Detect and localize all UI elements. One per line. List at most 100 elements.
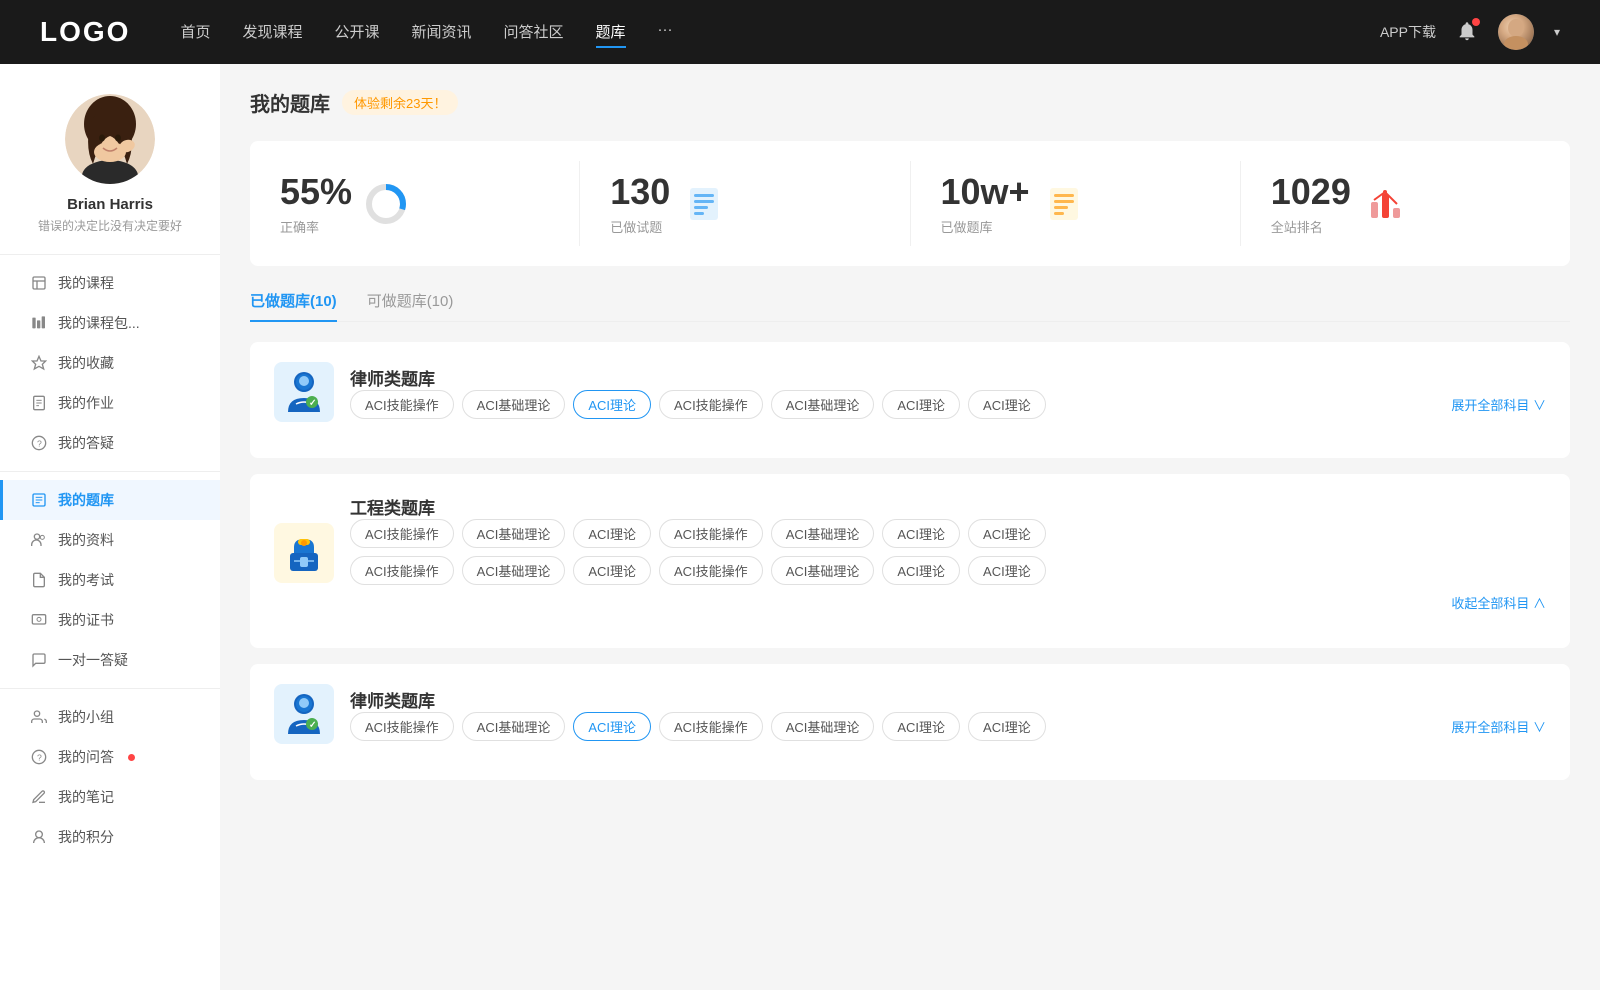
- tag[interactable]: ACI基础理论: [462, 390, 566, 419]
- tag[interactable]: ACI技能操作: [659, 519, 763, 548]
- bank-icon-lawyer: ✓: [274, 362, 334, 422]
- myqa-icon: ?: [30, 748, 48, 766]
- collapse-btn[interactable]: 收起全部科目 ∧: [350, 593, 1546, 612]
- nav-news[interactable]: 新闻资讯: [412, 17, 472, 48]
- nav-more[interactable]: ···: [658, 17, 673, 48]
- tag[interactable]: ACI技能操作: [659, 390, 763, 419]
- tag-active[interactable]: ACI理论: [573, 712, 651, 741]
- nav-discover[interactable]: 发现课程: [242, 17, 302, 48]
- stat-value: 130: [610, 171, 670, 213]
- tag[interactable]: ACI技能操作: [350, 556, 454, 585]
- engineer-icon: [280, 529, 328, 577]
- tag[interactable]: ACI理论: [573, 519, 651, 548]
- tab-available-banks[interactable]: 可做题库(10): [367, 290, 454, 321]
- bank-info: 工程类题库 ACI技能操作 ACI基础理论 ACI理论 ACI技能操作 ACI基…: [350, 494, 1546, 612]
- qa-notification-dot: [128, 754, 135, 761]
- sidebar-label: 我的答疑: [58, 433, 114, 453]
- tag[interactable]: ACI理论: [573, 556, 651, 585]
- sidebar-item-certificate[interactable]: 我的证书: [0, 600, 220, 640]
- tag[interactable]: ACI理论: [882, 390, 960, 419]
- tag[interactable]: ACI基础理论: [771, 712, 875, 741]
- tag[interactable]: ACI理论: [882, 556, 960, 585]
- main-layout: Brian Harris 错误的决定比没有决定要好 我的课程 我的课程包...: [0, 64, 1600, 990]
- page-header: 我的题库 体验剩余23天！: [250, 88, 1570, 117]
- tag[interactable]: ACI理论: [968, 519, 1046, 548]
- tag[interactable]: ACI理论: [968, 390, 1046, 419]
- sidebar-menu: 我的课程 我的课程包... 我的收藏 我的作业: [0, 263, 220, 857]
- bank-info: 律师类题库 ACI技能操作 ACI基础理论 ACI理论 ACI技能操作 ACI基…: [350, 687, 1546, 741]
- tag[interactable]: ACI基础理论: [771, 390, 875, 419]
- homework-icon: [30, 394, 48, 412]
- sidebar-divider-top: [0, 254, 220, 255]
- notes-icon: [30, 788, 48, 806]
- tag[interactable]: ACI理论: [882, 519, 960, 548]
- navbar: LOGO 首页 发现课程 公开课 新闻资讯 问答社区 题库 ··· APP下载: [0, 0, 1600, 64]
- stat-icon-pie: [366, 184, 406, 224]
- nav-home[interactable]: 首页: [180, 17, 210, 48]
- sidebar-item-profile[interactable]: 我的资料: [0, 520, 220, 560]
- user-dropdown-chevron[interactable]: ▾: [1554, 25, 1560, 39]
- tag[interactable]: ACI理论: [882, 712, 960, 741]
- pie-chart-icon: [366, 184, 406, 224]
- sidebar-item-favorites[interactable]: 我的收藏: [0, 343, 220, 383]
- qa-icon: ?: [30, 434, 48, 452]
- bank-name: 工程类题库: [350, 494, 1546, 519]
- sidebar-item-points[interactable]: 我的积分: [0, 817, 220, 857]
- sidebar-label: 我的积分: [58, 827, 114, 847]
- tag[interactable]: ACI技能操作: [659, 556, 763, 585]
- tag[interactable]: ACI基础理论: [771, 556, 875, 585]
- nav-qa[interactable]: 问答社区: [504, 17, 564, 48]
- tag[interactable]: ACI基础理论: [462, 712, 566, 741]
- sidebar-item-1on1qa[interactable]: 一对一答疑: [0, 640, 220, 680]
- notification-bell[interactable]: [1456, 20, 1478, 45]
- page-title: 我的题库: [250, 88, 330, 117]
- profile-icon: [30, 531, 48, 549]
- bank-tags-row1: ACI技能操作 ACI基础理论 ACI理论 ACI技能操作 ACI基础理论 AC…: [350, 519, 1546, 548]
- sidebar-avatar-wrap: [0, 94, 220, 184]
- tag[interactable]: ACI理论: [968, 556, 1046, 585]
- tag[interactable]: ACI理论: [968, 712, 1046, 741]
- sidebar-item-group[interactable]: 我的小组: [0, 697, 220, 737]
- sidebar-item-qa[interactable]: ? 我的答疑: [0, 423, 220, 463]
- app-download-btn[interactable]: APP下载: [1380, 22, 1436, 42]
- expand-btn-2[interactable]: 展开全部科目 ∨: [1451, 713, 1546, 740]
- nav-opencourse[interactable]: 公开课: [334, 17, 379, 48]
- stat-number-banks: 10w+ 已做题库: [941, 171, 1030, 236]
- sidebar-item-courses[interactable]: 我的课程: [0, 263, 220, 303]
- stat-icon-doc-blue: [684, 184, 724, 224]
- notification-dot: [1472, 18, 1480, 26]
- sidebar-item-myqa[interactable]: ? 我的问答: [0, 737, 220, 777]
- tag[interactable]: ACI技能操作: [350, 712, 454, 741]
- quiz-icon: [30, 491, 48, 509]
- sidebar-item-exam[interactable]: 我的考试: [0, 560, 220, 600]
- stat-value: 1029: [1271, 171, 1351, 213]
- tab-done-banks[interactable]: 已做题库(10): [250, 290, 337, 321]
- tag-active[interactable]: ACI理论: [573, 390, 651, 419]
- sidebar-item-notes[interactable]: 我的笔记: [0, 777, 220, 817]
- favorites-icon: [30, 354, 48, 372]
- navbar-right: APP下载 ▾: [1380, 14, 1560, 50]
- sidebar-item-quiz[interactable]: 我的题库: [0, 480, 220, 520]
- tag[interactable]: ACI技能操作: [659, 712, 763, 741]
- doc-orange-icon: [1046, 186, 1082, 222]
- nav-quiz[interactable]: 题库: [596, 17, 626, 48]
- logo[interactable]: LOGO: [40, 16, 130, 48]
- sidebar-label: 我的资料: [58, 530, 114, 550]
- stat-number-done: 130 已做试题: [610, 171, 670, 236]
- avatar-silhouette: [1498, 14, 1534, 50]
- stat-number-correct: 55% 正确率: [280, 171, 352, 236]
- tag[interactable]: ACI基础理论: [462, 519, 566, 548]
- expand-btn[interactable]: 展开全部科目 ∨: [1451, 391, 1546, 418]
- tag[interactable]: ACI基础理论: [462, 556, 566, 585]
- sidebar-item-course-pkg[interactable]: 我的课程包...: [0, 303, 220, 343]
- user-avatar-nav[interactable]: [1498, 14, 1534, 50]
- bank-header: 工程类题库 ACI技能操作 ACI基础理论 ACI理论 ACI技能操作 ACI基…: [274, 494, 1546, 612]
- group-icon: [30, 708, 48, 726]
- stat-done-banks: 10w+ 已做题库: [911, 161, 1241, 246]
- stat-value: 10w+: [941, 171, 1030, 213]
- user-portrait: [65, 94, 155, 184]
- tag[interactable]: ACI技能操作: [350, 390, 454, 419]
- sidebar-item-homework[interactable]: 我的作业: [0, 383, 220, 423]
- tag[interactable]: ACI技能操作: [350, 519, 454, 548]
- tag[interactable]: ACI基础理论: [771, 519, 875, 548]
